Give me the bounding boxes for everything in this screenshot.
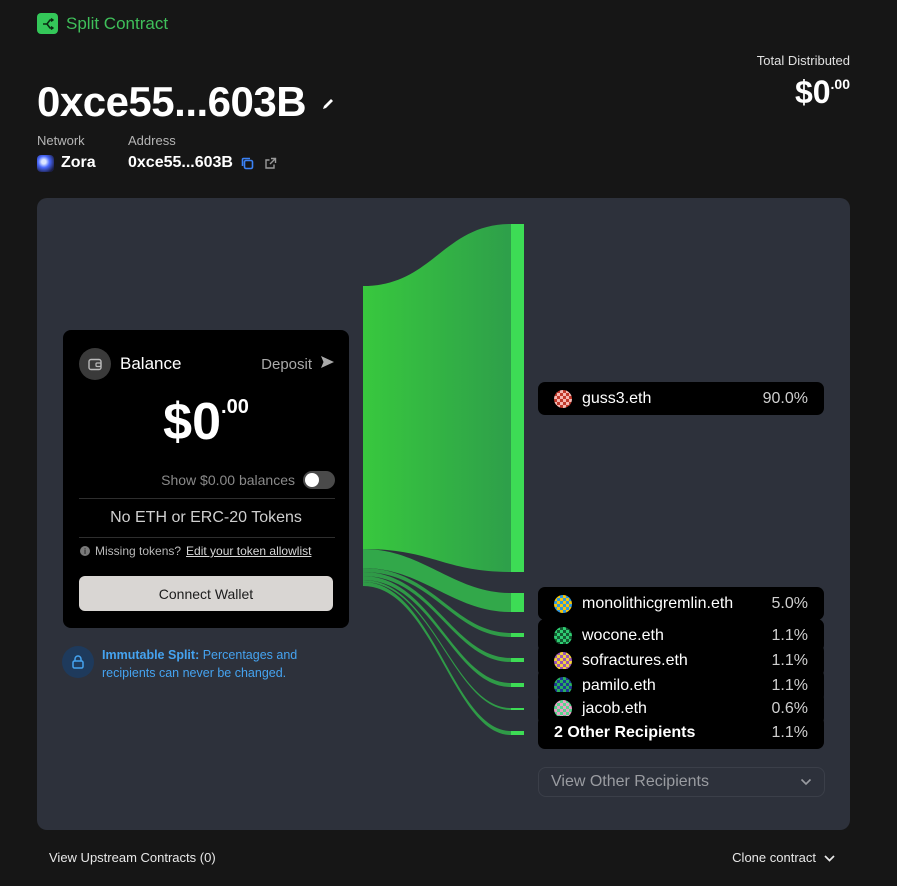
- network-value: Zora: [61, 154, 96, 171]
- recipient-row[interactable]: guss3.eth 90.0%: [538, 382, 824, 415]
- recipient-avatar: [554, 699, 572, 718]
- immutable-split-label: Immutable Split:: [102, 648, 200, 662]
- connect-wallet-button[interactable]: Connect Wallet: [79, 576, 333, 611]
- recipient-name: guss3.eth: [582, 389, 652, 407]
- no-tokens-message: No ETH or ERC-20 Tokens: [110, 509, 302, 526]
- split-logo-icon: [37, 13, 58, 34]
- zora-network-icon: [37, 154, 54, 172]
- immutable-split-note: Immutable Split: Percentages and recipie…: [62, 646, 322, 682]
- recipient-name: jacob.eth: [582, 699, 647, 717]
- chevron-down-icon: [824, 850, 835, 865]
- recipient-avatar: [554, 651, 572, 670]
- recipient-percentage: 0.6%: [771, 699, 808, 717]
- deposit-label: Deposit: [261, 355, 312, 373]
- total-distributed: Total Distributed $0.00: [757, 53, 850, 111]
- page-title: 0xce55...603B: [37, 78, 336, 126]
- split-flow-diagram: [363, 224, 524, 735]
- clone-contract-button[interactable]: Clone contract: [732, 850, 835, 865]
- view-other-recipients-dropdown[interactable]: View Other Recipients: [538, 767, 825, 797]
- divider: [79, 537, 335, 538]
- info-icon: i: [80, 546, 90, 556]
- recipient-avatar: [554, 389, 572, 408]
- balance-card: Balance Deposit $0.00 Show $0.00 balance…: [63, 330, 349, 628]
- show-zero-balances-toggle[interactable]: [303, 471, 335, 489]
- brand[interactable]: Split Contract: [37, 13, 168, 34]
- address-info: Address 0xce55...603B: [128, 133, 279, 172]
- lock-icon: [62, 646, 94, 678]
- total-distributed-label: Total Distributed: [756, 53, 850, 68]
- total-distributed-amount: $0.00: [794, 74, 850, 110]
- deposit-button[interactable]: Deposit: [261, 355, 335, 373]
- address-value: 0xce55...603B: [128, 154, 233, 171]
- recipient-percentage: 5.0%: [771, 594, 808, 612]
- edit-allowlist-link[interactable]: Edit your token allowlist: [186, 544, 311, 558]
- recipient-row[interactable]: monolithicgremlin.eth 5.0%: [538, 587, 824, 620]
- brand-label: Split Contract: [66, 13, 169, 33]
- divider: [79, 498, 335, 499]
- recipient-avatar: [554, 626, 572, 645]
- view-other-recipients-label: View Other Recipients: [551, 773, 709, 790]
- recipient-name: sofractures.eth: [582, 651, 688, 669]
- clone-contract-label: Clone contract: [732, 850, 816, 865]
- network-label: Network: [37, 133, 85, 148]
- recipient-percentage: 1.1%: [771, 651, 808, 669]
- contract-title: 0xce55...603B: [37, 78, 307, 125]
- view-upstream-contracts-button[interactable]: View Upstream Contracts (0): [49, 850, 216, 865]
- wallet-icon: [79, 348, 111, 380]
- recipient-percentage: 90.0%: [762, 389, 808, 407]
- recipient-name: wocone.eth: [582, 626, 664, 644]
- missing-tokens-text: Missing tokens?: [95, 544, 182, 558]
- network-info: Network Zora: [37, 133, 96, 172]
- chevron-down-icon: [800, 773, 812, 791]
- copy-icon[interactable]: [240, 155, 256, 171]
- balance-amount: $0.00: [163, 393, 249, 451]
- recipient-percentage: 1.1%: [771, 626, 808, 644]
- external-link-icon[interactable]: [263, 155, 279, 171]
- recipient-row-others[interactable]: 2 Other Recipients 1.1%: [538, 716, 824, 749]
- recipient-name: 2 Other Recipients: [554, 723, 696, 741]
- recipient-percentage: 1.1%: [771, 723, 808, 741]
- recipient-avatar: [554, 594, 572, 613]
- show-zero-balances-label: Show $0.00 balances: [161, 472, 295, 488]
- address-label: Address: [128, 133, 176, 148]
- send-icon: [320, 355, 335, 373]
- edit-pencil-icon[interactable]: [320, 92, 336, 118]
- balance-title: Balance: [120, 354, 182, 373]
- recipient-name: monolithicgremlin.eth: [582, 594, 734, 612]
